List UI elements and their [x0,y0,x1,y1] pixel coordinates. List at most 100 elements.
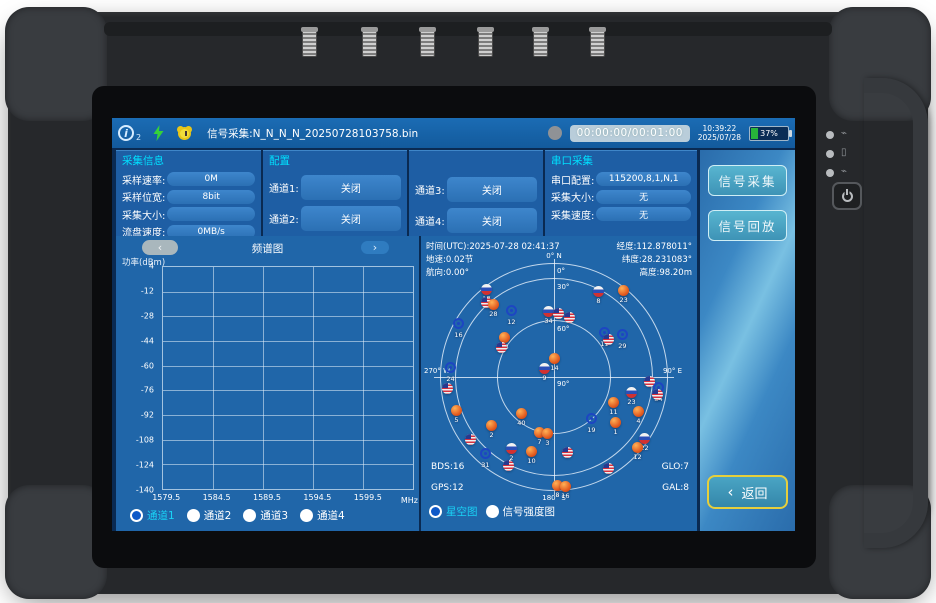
channel-field-label: 通道1: [269,180,299,195]
signal-capture-button[interactable]: 信号采集 [708,165,787,196]
record-status-dot [548,126,562,140]
y-tick-label: -28 [141,311,154,320]
collect-field-value[interactable] [167,207,255,221]
gps-satellite-icon: 13 [496,342,507,353]
grid-line [163,440,413,441]
battery-icon: ▯ [841,147,847,158]
battery-indicator: 37% [749,126,789,141]
panel-header: 配置 [269,153,401,169]
gal-satellite-icon: 29 [617,329,628,340]
collect-field-value[interactable]: 0M [167,172,255,186]
channel-field-row: 通道3:关闭 [415,177,537,202]
bds-satellite-icon: 5 [451,405,462,416]
gps-satellite-icon: 19 [603,463,614,474]
serial-field-row: 采集大小:无 [551,189,691,204]
bds-satellite-icon: 28 [488,299,499,310]
panel-config-right: 通道3:关闭通道4:关闭 [409,150,543,236]
info-icon[interactable]: i [118,125,134,141]
y-tick-label: -44 [141,336,154,345]
satellite-id: 14 [550,364,558,372]
grid-line [163,390,413,391]
collect-field-label: 采集大小: [122,207,165,222]
panel-config: 配置 通道1:关闭通道2:关闭 [263,150,407,236]
satellite-id: 24 [446,375,454,383]
channel-field-row: 通道4:关闭 [415,208,537,233]
elevation-label: 0° [557,267,565,275]
serial-field-value[interactable]: 115200,8,1,N,1 [596,172,691,186]
config-right-rows: 通道3:关闭通道4:关闭 [415,177,537,233]
collect-field-value[interactable]: 8bit [167,190,255,204]
channel-option[interactable]: 通道3 [243,508,288,523]
glo-satellite-icon: 2 [506,443,517,454]
gps-satellite-icon: 15 [503,460,514,471]
y-tick-label: 4 [149,262,154,271]
bds-count: BDS:16 [431,462,464,472]
channel-field-value[interactable]: 关闭 [447,177,537,202]
grid-line [163,415,413,416]
sky-view-option[interactable]: 星空图 [429,504,478,519]
gal-satellite-icon: 16 [453,318,464,329]
satellite-id: 31 [481,461,489,469]
sky-view-option-label: 信号强度图 [503,504,556,519]
channel-option-label: 通道1 [147,508,175,523]
serial-field-value[interactable]: 无 [596,190,691,204]
glo-satellite-icon: 17 [481,284,492,295]
serial-field-label: 串口配置: [551,172,594,187]
info-badge: 2 [136,133,141,142]
channel-field-value[interactable]: 关闭 [301,175,401,200]
serial-field-label: 采集大小: [551,189,594,204]
radio-icon [300,509,313,522]
panel-header: 采集信息 [122,153,255,169]
azimuth-axis-vertical [554,259,555,495]
satellite-id: 1 [614,428,618,436]
gal-count: GAL:8 [662,483,689,493]
power-button[interactable] [832,182,862,210]
y-tick-label: -124 [136,461,154,470]
lightning-icon [153,125,164,141]
satellite-id: 29 [618,342,626,350]
clock-date: 2025/07/28 [698,133,741,142]
power-icon [842,191,853,202]
collect-field-label: 采样速率: [122,172,165,187]
grid-line [313,267,314,489]
glo-count: GLO:7 [662,462,689,472]
back-button[interactable]: ‹ 返回 [707,475,788,509]
channel-option[interactable]: 通道1 [130,508,175,523]
gps-satellite-icon: 20 [553,308,564,319]
radio-icon [130,509,143,522]
serial-field-value[interactable]: 无 [596,207,691,221]
satellite-id: 12 [507,318,515,326]
clock-time: 10:39:22 [703,124,737,133]
channel-field-label: 通道4: [415,213,445,228]
radio-icon [187,509,200,522]
grid-line [163,292,413,293]
signal-playback-button[interactable]: 信号回放 [708,210,787,241]
bds-satellite-icon: 40 [516,408,527,419]
status-leds: ⌁ ▯ ⌁ [826,120,866,188]
grid-line [213,267,214,489]
channel-field-row: 通道2:关闭 [269,206,401,231]
channel-option[interactable]: 通道4 [300,508,345,523]
gps-count: GPS:12 [431,483,464,493]
utc-time: 时间(UTC):2025-07-28 02:41:37 [426,241,560,254]
satellite-id: 34 [544,317,552,325]
channel-field-value[interactable]: 关闭 [447,208,537,233]
back-arrow-icon: ‹ [727,486,733,499]
antenna-connector [362,30,377,57]
grid-line [163,366,413,367]
channel-field-label: 通道2: [269,211,299,226]
radio-icon [486,505,499,518]
sky-view-option[interactable]: 信号强度图 [486,504,556,519]
gal-satellite-icon: 24 [445,362,456,373]
channel-option-label: 通道2 [204,508,232,523]
alarm-clock-icon[interactable] [178,127,191,140]
channel-field-value[interactable]: 关闭 [301,206,401,231]
battery-percent: 37% [760,129,778,138]
channel-field-row: 通道1:关闭 [269,175,401,200]
antenna-connector [420,30,435,57]
antenna-connector [533,30,548,57]
channel-field-label: 通道3: [415,182,445,197]
next-channel-button[interactable]: › [361,241,389,254]
channel-option[interactable]: 通道2 [187,508,232,523]
collect-field-label: 采样位宽: [122,189,165,204]
